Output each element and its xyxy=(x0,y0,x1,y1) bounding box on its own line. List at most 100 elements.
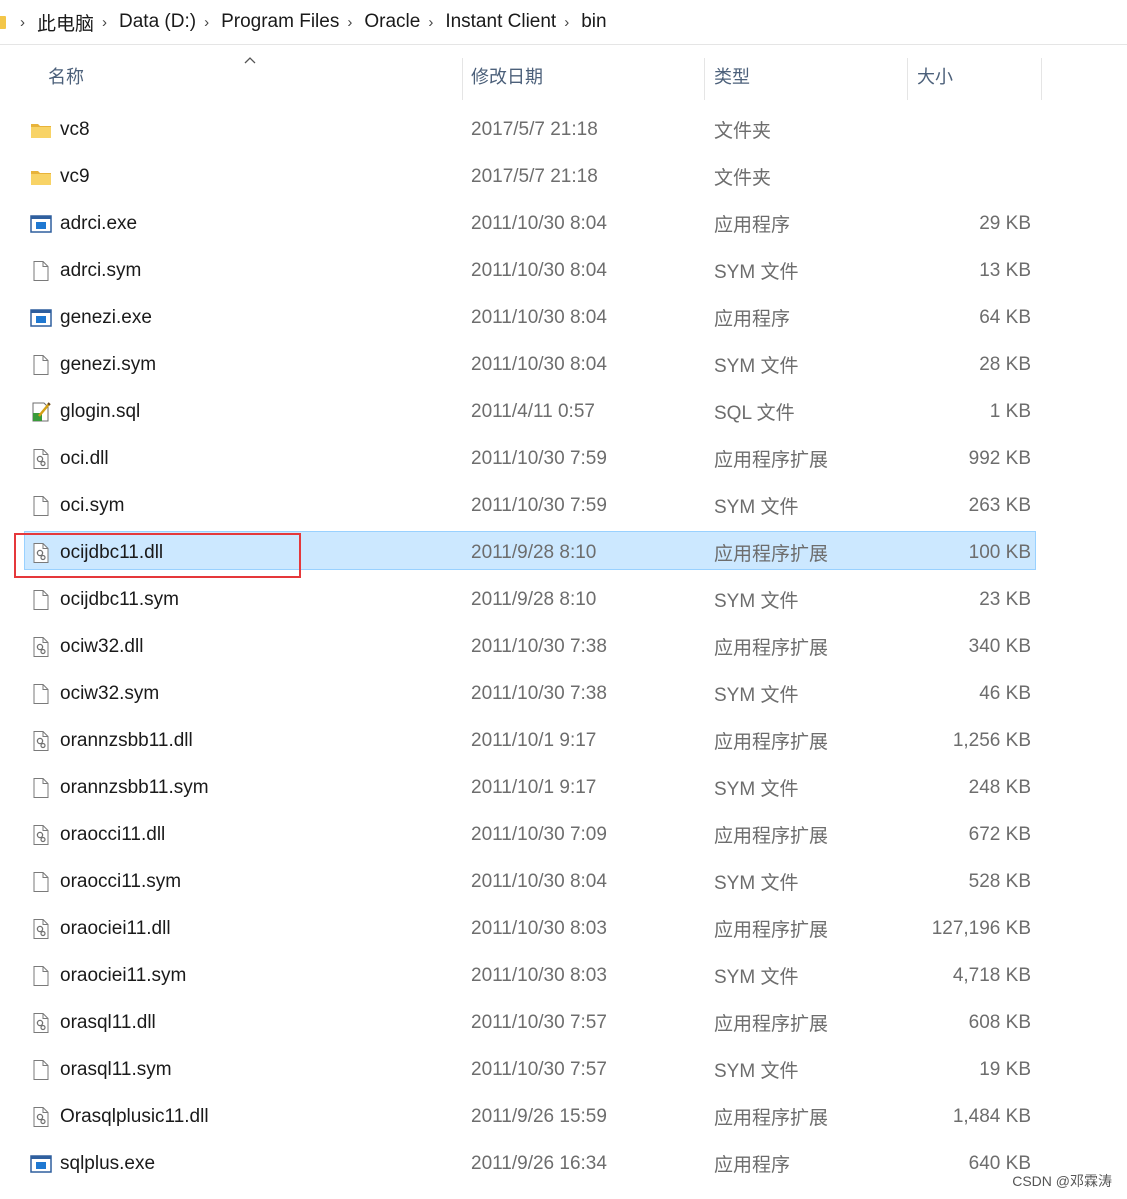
folder-icon xyxy=(30,106,52,153)
breadcrumb-item-data-drive[interactable]: Data (D:) xyxy=(119,11,200,33)
file-size: 1,256 KB xyxy=(952,729,1031,751)
file-name: orasql11.dll xyxy=(60,1011,156,1033)
file-name: vc9 xyxy=(60,165,90,187)
column-divider[interactable] xyxy=(1041,58,1042,100)
file-name: orasql11.sym xyxy=(60,1058,172,1080)
file-row[interactable]: orasql11.sym 2011/10/30 7:57 SYM 文件 19 KB xyxy=(0,1046,1127,1093)
file-modified-date: 2011/10/30 7:38 xyxy=(471,635,607,657)
file-modified-date: 2011/10/30 8:04 xyxy=(471,259,607,281)
file-size: 248 KB xyxy=(968,776,1031,798)
file-size: 29 KB xyxy=(979,212,1031,234)
file-icon xyxy=(30,952,52,999)
file-modified-date: 2011/10/1 9:17 xyxy=(471,776,597,798)
file-row[interactable]: oci.dll 2011/10/30 7:59 应用程序扩展 992 KB xyxy=(0,435,1127,482)
file-row[interactable]: orannzsbb11.dll 2011/10/1 9:17 应用程序扩展 1,256… xyxy=(0,717,1127,764)
file-modified-date: 2011/9/26 16:34 xyxy=(471,1152,607,1174)
breadcrumb-item-this-pc[interactable]: 此电脑 xyxy=(37,9,98,36)
folder-icon xyxy=(0,14,8,30)
file-row[interactable]: oraociei11.dll 2011/10/30 8:03 应用程序扩展 127,1… xyxy=(0,905,1127,952)
file-icon xyxy=(30,670,52,717)
file-modified-date: 2017/5/7 21:18 xyxy=(471,118,598,140)
exe-icon xyxy=(30,294,52,341)
column-header-size[interactable]: 大小 xyxy=(917,52,953,100)
file-modified-date: 2011/10/30 8:04 xyxy=(471,870,607,892)
file-type: 应用程序 xyxy=(714,309,791,330)
file-size: 19 KB xyxy=(979,1058,1031,1080)
file-row[interactable]: orasql11.dll 2011/10/30 7:57 应用程序扩展 608 KB xyxy=(0,999,1127,1046)
file-row[interactable]: oraociei11.sym 2011/10/30 8:03 SYM 文件 4,718… xyxy=(0,952,1127,999)
file-size: 528 KB xyxy=(968,870,1031,892)
file-type: 应用程序扩展 xyxy=(714,732,829,753)
annotation-highlight-box xyxy=(14,533,301,578)
column-header-type[interactable]: 类型 xyxy=(714,52,750,100)
file-size: 64 KB xyxy=(979,306,1031,328)
file-name: adrci.exe xyxy=(60,212,138,234)
file-name: genezi.sym xyxy=(60,353,157,375)
file-size: 608 KB xyxy=(968,1011,1031,1033)
file-row[interactable]: Orasqlplusic11.dll 2011/9/26 15:59 应用程序扩展 1… xyxy=(0,1093,1127,1140)
file-row[interactable]: oci.sym 2011/10/30 7:59 SYM 文件 263 KB xyxy=(0,482,1127,529)
file-name: sqlplus.exe xyxy=(60,1152,156,1174)
dll-icon xyxy=(30,811,52,858)
column-header-date[interactable]: 修改日期 xyxy=(471,52,543,100)
breadcrumb-item-bin[interactable]: bin xyxy=(581,11,610,33)
file-modified-date: 2011/9/28 8:10 xyxy=(471,588,597,610)
column-divider[interactable] xyxy=(462,58,463,100)
file-modified-date: 2011/10/30 8:03 xyxy=(471,917,607,939)
file-name: glogin.sql xyxy=(60,400,141,422)
file-modified-date: 2011/10/30 7:59 xyxy=(471,447,607,469)
file-row[interactable]: oraocci11.dll 2011/10/30 7:09 应用程序扩展 672 KB xyxy=(0,811,1127,858)
file-modified-date: 2011/10/30 7:57 xyxy=(471,1011,607,1033)
file-type: SYM 文件 xyxy=(714,262,799,283)
chevron-right-icon: › xyxy=(428,13,434,31)
file-modified-date: 2011/9/28 8:10 xyxy=(471,541,597,563)
file-row[interactable]: vc9 2017/5/7 21:18 文件夹 xyxy=(0,153,1127,200)
file-row[interactable]: ocijdbc11.sym 2011/9/28 8:10 SYM 文件 23 KB xyxy=(0,576,1127,623)
file-icon xyxy=(30,341,52,388)
file-row[interactable]: adrci.sym 2011/10/30 8:04 SYM 文件 13 KB xyxy=(0,247,1127,294)
file-row[interactable]: genezi.exe 2011/10/30 8:04 应用程序 64 KB xyxy=(0,294,1127,341)
file-name: ociw32.sym xyxy=(60,682,160,704)
sort-ascending-icon xyxy=(244,57,256,64)
file-row[interactable]: ociw32.sym 2011/10/30 7:38 SYM 文件 46 KB xyxy=(0,670,1127,717)
file-type: SYM 文件 xyxy=(714,356,799,377)
file-size: 13 KB xyxy=(979,259,1031,281)
chevron-right-icon: › xyxy=(102,13,108,31)
file-row[interactable]: vc8 2017/5/7 21:18 文件夹 xyxy=(0,106,1127,153)
file-name: oraociei11.sym xyxy=(60,964,187,986)
file-type: 应用程序 xyxy=(714,215,791,236)
file-row[interactable]: ociw32.dll 2011/10/30 7:38 应用程序扩展 340 KB xyxy=(0,623,1127,670)
file-modified-date: 2011/10/30 7:38 xyxy=(471,682,607,704)
file-name: oci.dll xyxy=(60,447,109,469)
file-list: vc8 2017/5/7 21:18 文件夹 vc9 2017/5/7 21:18 文件夹… xyxy=(0,106,1127,1187)
column-header-name[interactable]: 名称 xyxy=(48,52,84,100)
column-divider[interactable] xyxy=(704,58,705,100)
file-row[interactable]: orannzsbb11.sym 2011/10/1 9:17 SYM 文件 248 K… xyxy=(0,764,1127,811)
file-row[interactable]: oraocci11.sym 2011/10/30 8:04 SYM 文件 528 KB xyxy=(0,858,1127,905)
file-name: genezi.exe xyxy=(60,306,152,328)
file-row[interactable]: glogin.sql 2011/4/11 0:57 SQL 文件 1 KB xyxy=(0,388,1127,435)
file-modified-date: 2011/10/30 7:09 xyxy=(471,823,607,845)
file-row[interactable]: sqlplus.exe 2011/9/26 16:34 应用程序 640 KB xyxy=(0,1140,1127,1187)
breadcrumb-item-instant-client[interactable]: Instant Client xyxy=(445,11,560,33)
file-size: 992 KB xyxy=(968,447,1031,469)
breadcrumb-item-program-files[interactable]: Program Files xyxy=(221,11,343,33)
file-icon xyxy=(30,858,52,905)
file-name: ociw32.dll xyxy=(60,635,144,657)
dll-icon xyxy=(30,623,52,670)
breadcrumb-item-oracle[interactable]: Oracle xyxy=(364,11,424,33)
file-row[interactable]: adrci.exe 2011/10/30 8:04 应用程序 29 KB xyxy=(0,200,1127,247)
file-size: 28 KB xyxy=(979,353,1031,375)
file-icon xyxy=(30,1046,52,1093)
breadcrumb: › 此电脑 › Data (D:) › Program Files › Orac… xyxy=(0,0,1127,44)
dll-icon xyxy=(30,435,52,482)
dll-icon xyxy=(30,717,52,764)
file-name: vc8 xyxy=(60,118,90,140)
file-name: oci.sym xyxy=(60,494,125,516)
column-divider[interactable] xyxy=(907,58,908,100)
file-type: 应用程序扩展 xyxy=(714,638,829,659)
file-row[interactable]: genezi.sym 2011/10/30 8:04 SYM 文件 28 KB xyxy=(0,341,1127,388)
file-icon xyxy=(30,247,52,294)
file-type: SYM 文件 xyxy=(714,873,799,894)
file-modified-date: 2011/10/30 7:57 xyxy=(471,1058,607,1080)
